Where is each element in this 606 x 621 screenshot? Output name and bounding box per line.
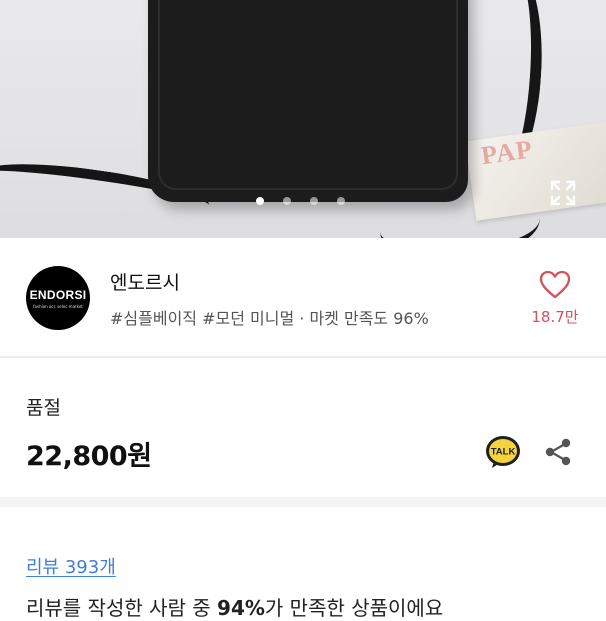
expand-icon[interactable] [549, 179, 577, 207]
carousel-indicator [256, 197, 345, 205]
store-logo-subtext: fashion acc selec market [33, 304, 83, 309]
carousel-dot-3[interactable] [310, 197, 318, 205]
review-summary: 리뷰를 작성한 사람 중 94%가 만족한 상품이에요 [26, 592, 443, 621]
product-image [148, 0, 468, 202]
carousel-dot-4[interactable] [337, 197, 345, 205]
review-summary-prefix: 리뷰를 작성한 사람 중 [26, 596, 218, 620]
section-separator [0, 497, 606, 507]
carousel-dot-1[interactable] [256, 197, 264, 205]
product-image-carousel[interactable]: PAP [0, 0, 606, 238]
heart-icon[interactable] [539, 270, 571, 300]
kakao-talk-icon[interactable]: TALK [485, 434, 521, 470]
review-summary-suffix: 가 만족한 상품이에요 [264, 596, 444, 620]
review-satisfaction-percent: 94% [217, 596, 265, 620]
talk-icon-label: TALK [491, 447, 516, 458]
store-info-section[interactable] [0, 238, 606, 357]
store-logo-text: ENDORSI [29, 288, 87, 302]
carousel-dot-2[interactable] [283, 197, 291, 205]
store-name[interactable]: 엔도르시 [110, 268, 180, 295]
sold-out-status: 품절 [26, 397, 61, 419]
share-icon[interactable] [543, 437, 573, 467]
product-price: 22,800원 [26, 441, 152, 472]
reviews-link[interactable]: 리뷰 393개 [26, 553, 116, 579]
magazine-text: PAP [479, 134, 535, 171]
section-divider [0, 357, 606, 358]
store-logo[interactable]: ENDORSI fashion acc selec market [26, 266, 90, 330]
bag-strap [380, 190, 540, 238]
like-count: 18.7만 [531, 308, 579, 326]
store-tags: #심플베이직 #모던 미니멀 · 마켓 만족도 96% [110, 309, 429, 328]
bag-stitching [158, 0, 458, 190]
